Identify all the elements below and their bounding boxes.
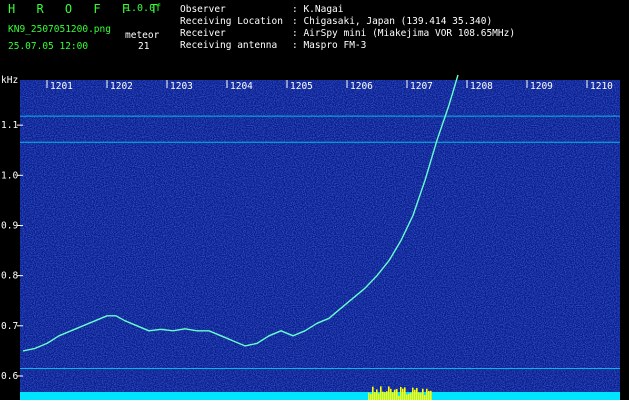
meteor-burst-bar	[430, 390, 432, 400]
meteor-burst-bar	[414, 389, 416, 400]
meteor-burst-bar	[402, 388, 404, 400]
meteor-burst-bar	[424, 394, 426, 400]
version-label: 1.0.0f	[125, 3, 162, 14]
info-location-value: : Chigasaki, Japan (139.414 35.340)	[292, 16, 493, 27]
x-tick-label: 1202	[110, 81, 133, 92]
meteor-burst-bar	[396, 389, 398, 400]
filename-label: KN9_2507051200.png	[8, 24, 111, 35]
meteor-burst-bar	[426, 388, 428, 400]
meteor-label: meteor	[125, 30, 160, 41]
y-tick-label: 0.7	[1, 321, 18, 332]
spectrogram-svg: 1201 1202 1203 1204 1205 1206 1207 1208 1209 1210…	[1, 74, 620, 400]
meteor-burst-bar	[418, 392, 420, 400]
info-antenna-value: : Maspro FM-3	[292, 40, 367, 51]
info-location-label: Receiving Location	[180, 16, 283, 27]
datetime-label: 25.07.05 12:00	[8, 41, 89, 52]
meteor-burst-bar	[406, 394, 408, 400]
header-panel: H R O F F T 1.0.0f KN9_2507051200.png 25…	[0, 0, 629, 72]
meteor-burst-bar	[368, 392, 370, 400]
y-tick-label: 0.6	[1, 371, 18, 382]
meteor-burst-bar	[370, 393, 372, 400]
meteor-burst-bar	[392, 392, 394, 400]
meteor-burst-bar	[388, 386, 390, 400]
y-tick-label: 0.9	[1, 220, 18, 231]
x-tick-label: 1203	[170, 81, 193, 92]
bottom-bar	[20, 392, 620, 400]
meteor-burst-bar	[408, 393, 410, 400]
y-tick-label: 1.0	[1, 170, 18, 181]
y-tick-label: 0.8	[1, 271, 18, 282]
meteor-burst-bar	[386, 391, 388, 400]
meteor-burst-bar	[380, 386, 382, 400]
info-receiver-value: : AirSpy mini (Miakejima VOR 108.65MHz)	[292, 28, 516, 39]
meteor-burst-bar	[400, 387, 402, 400]
meteor-burst-bar	[410, 392, 412, 400]
info-antenna-label: Receiving antenna	[180, 40, 278, 51]
meteor-burst-bar	[372, 386, 374, 400]
info-observer-value: : K.Nagai	[292, 4, 344, 15]
info-observer-label: Observer	[180, 4, 226, 15]
x-tick-label: 1201	[50, 81, 73, 92]
meteor-burst-bar	[378, 393, 380, 400]
y-tick-label: 1.1	[1, 120, 18, 131]
spectrogram-plot: 1201 1202 1203 1204 1205 1206 1207 1208 1209 1210…	[0, 72, 629, 400]
meteor-burst-bar	[420, 392, 422, 400]
meteor-burst-bar	[374, 392, 376, 400]
y-axis-label: kHz	[1, 75, 18, 86]
meteor-burst-bar	[422, 388, 424, 400]
meteor-burst-bar	[398, 395, 400, 400]
x-tick-label: 1209	[530, 81, 553, 92]
x-tick-label: 1207	[410, 81, 433, 92]
meteor-burst-bar	[404, 387, 406, 400]
meteor-burst-bar	[382, 391, 384, 400]
meteor-burst-bar	[416, 387, 418, 400]
meteor-burst-bar	[394, 389, 396, 400]
meteor-burst-bar	[376, 389, 378, 400]
x-tick-label: 1206	[350, 81, 373, 92]
info-receiver-label: Receiver	[180, 28, 226, 39]
x-tick-label: 1208	[470, 81, 493, 92]
x-tick-label: 1210	[590, 81, 613, 92]
meteor-burst-bar	[428, 390, 430, 400]
x-tick-label: 1204	[230, 81, 253, 92]
x-tick-label: 1205	[290, 81, 313, 92]
meteor-burst-bar	[412, 387, 414, 400]
meteor-burst-bar	[390, 388, 392, 400]
plot-noise	[20, 80, 620, 394]
meteor-count: 21	[138, 41, 150, 52]
meteor-burst-bar	[384, 392, 386, 400]
